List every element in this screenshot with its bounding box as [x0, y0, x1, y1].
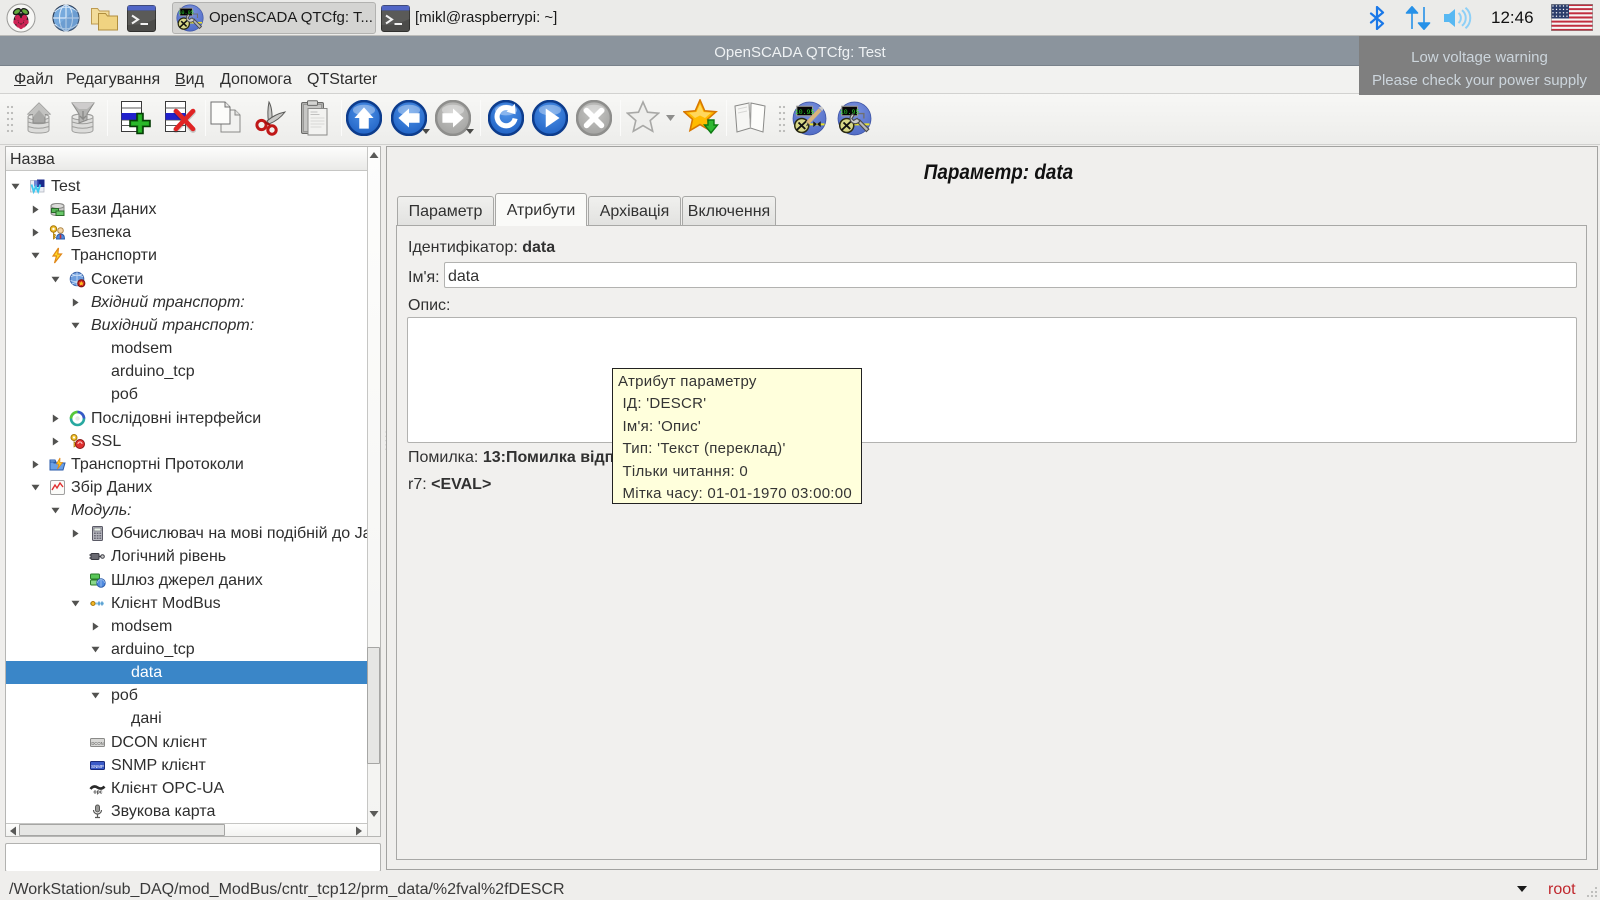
svg-text:SNMP: SNMP — [91, 764, 104, 769]
svg-text:10.95: 10.95 — [795, 109, 815, 116]
svg-text:10.95: 10.95 — [178, 10, 194, 16]
svg-text:opc: opc — [94, 789, 103, 795]
svg-text:DCON: DCON — [91, 740, 103, 745]
svg-text:10.95: 10.95 — [840, 109, 860, 116]
